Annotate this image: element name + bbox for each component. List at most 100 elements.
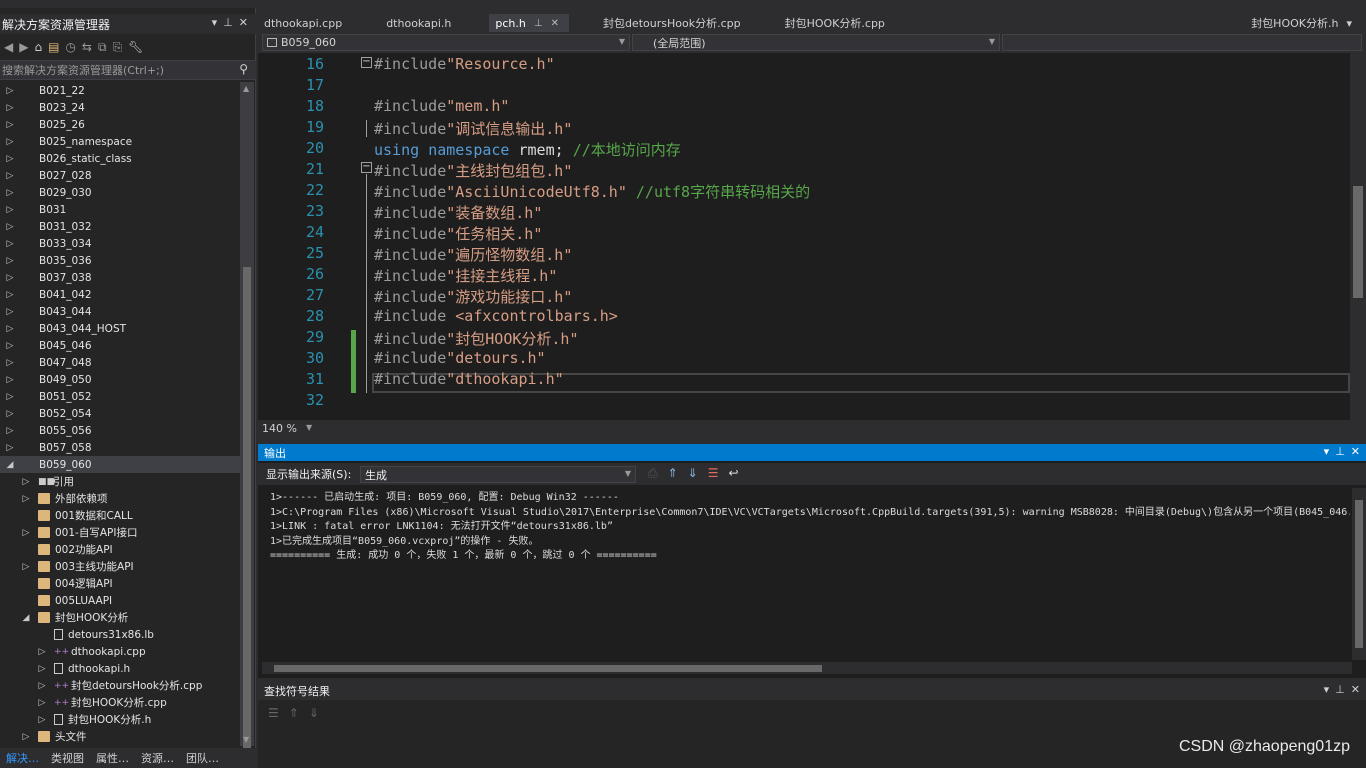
tree-item[interactable]: ▷ ++ 封包HOOK分析.cpp (0, 694, 240, 711)
tree-item[interactable]: ▷ B045_046 (0, 337, 240, 354)
project-selector[interactable]: B059_060 ▼ (262, 34, 630, 51)
sync-icon[interactable]: ⇆ (82, 40, 92, 54)
scroll-up-icon[interactable]: ▲ (243, 84, 249, 93)
tree-item[interactable]: 004逻辑API (0, 575, 240, 592)
tree-item[interactable]: ▷ B026_static_class (0, 150, 240, 167)
document-tab[interactable]: dthookapi.h (380, 14, 461, 32)
tree-item[interactable]: ◢ 封包HOOK分析 (0, 609, 240, 626)
tree-item[interactable]: ▷ B047_048 (0, 354, 240, 371)
tree-item[interactable]: ▷ B043_044 (0, 303, 240, 320)
tab-list-dropdown-icon[interactable]: ▾ (1346, 17, 1352, 30)
expand-arrow-icon[interactable]: ▷ (4, 341, 16, 351)
editor-scrollbar[interactable] (1350, 53, 1366, 420)
expand-arrow-icon[interactable]: ▷ (20, 494, 32, 504)
code-line[interactable]: #include"Resource.h" (374, 55, 555, 73)
tree-item[interactable]: ▷ B025_namespace (0, 133, 240, 150)
output-horizontal-scrollbar[interactable] (262, 662, 1352, 674)
code-line[interactable]: #include"任务相关.h" (374, 223, 542, 244)
tree-item[interactable]: ▷ B035_036 (0, 252, 240, 269)
panel-tab[interactable]: 资源… (135, 750, 180, 766)
expand-arrow-icon[interactable]: ▷ (4, 273, 16, 283)
pin-icon[interactable]: ⊥ (534, 18, 543, 29)
close-icon[interactable]: ✕ (1351, 445, 1360, 458)
expand-arrow-icon[interactable]: ▷ (4, 137, 16, 147)
tree-item[interactable]: ▷ B031 (0, 201, 240, 218)
collapse-all-icon[interactable]: ⧉ (98, 40, 107, 55)
tree-item[interactable]: ▷ B051_052 (0, 388, 240, 405)
output-vertical-scrollbar[interactable] (1352, 488, 1366, 660)
collapse-arrow-icon[interactable]: ◢ (20, 613, 32, 623)
tree-item[interactable]: 005LUAAPI (0, 592, 240, 609)
solution-explorer-search[interactable]: 搜索解决方案资源管理器(Ctrl+;) ⚲ (0, 60, 256, 80)
output-source-select[interactable]: 生成 ▼ (360, 466, 636, 483)
expand-arrow-icon[interactable]: ▷ (36, 681, 48, 691)
previous-message-icon[interactable]: ⇑ (668, 466, 678, 481)
expand-arrow-icon[interactable]: ▷ (4, 205, 16, 215)
expand-arrow-icon[interactable]: ▷ (4, 120, 16, 130)
collapse-region-icon[interactable]: − (361, 57, 372, 68)
dropdown-icon[interactable]: ▾ (1324, 683, 1330, 696)
expand-arrow-icon[interactable]: ▷ (4, 392, 16, 402)
pin-icon[interactable]: ⊥ (1335, 445, 1345, 458)
expand-arrow-icon[interactable]: ▷ (20, 732, 32, 742)
tree-item[interactable]: ▷ B055_056 (0, 422, 240, 439)
tree-item[interactable]: ▷ B052_054 (0, 405, 240, 422)
solution-tree-scrollbar[interactable]: ▲ ▼ (240, 82, 254, 759)
tree-item[interactable]: ▷ B023_24 (0, 99, 240, 116)
code-line[interactable]: #include"dthookapi.h" (374, 370, 564, 388)
document-tab-right[interactable]: 封包HOOK分析.h ▾ (1251, 14, 1352, 32)
search-icon[interactable]: ⚲ (239, 62, 248, 76)
expand-arrow-icon[interactable]: ▷ (36, 698, 48, 708)
tree-item[interactable]: ▷ B021_22 (0, 82, 240, 99)
history-icon[interactable]: ◷ (65, 40, 75, 54)
expand-arrow-icon[interactable]: ▷ (4, 256, 16, 266)
close-icon[interactable]: ✕ (239, 16, 248, 29)
tree-item[interactable]: ▷ ++ dthookapi.cpp (0, 643, 240, 660)
expand-arrow-icon[interactable]: ▷ (4, 409, 16, 419)
code-editor[interactable]: 16 17 18 19 20 21 22 23 24 25 26 27 28 29 30 31 32 − − #… (258, 53, 1350, 420)
tree-item[interactable]: ▷ B043_044_HOST (0, 320, 240, 337)
close-tab-icon[interactable]: ✕ (551, 18, 559, 29)
expand-arrow-icon[interactable]: ▷ (4, 290, 16, 300)
panel-tab[interactable]: 团队… (180, 750, 225, 766)
expand-arrow-icon[interactable]: ▷ (4, 188, 16, 198)
expand-arrow-icon[interactable]: ▷ (4, 426, 16, 436)
expand-arrow-icon[interactable]: ▷ (4, 358, 16, 368)
next-message-icon[interactable]: ⇓ (688, 466, 698, 481)
expand-arrow-icon[interactable]: ▷ (20, 477, 32, 487)
zoom-level[interactable]: 140 % (262, 422, 297, 435)
code-line[interactable]: #include"mem.h" (374, 97, 509, 115)
code-line[interactable]: #include"调试信息输出.h" (374, 118, 572, 139)
show-all-files-icon[interactable]: ⎘ (113, 40, 123, 55)
tree-item[interactable]: ▷ B057_058 (0, 439, 240, 456)
code-line[interactable]: #include"游戏功能接口.h" (374, 286, 572, 307)
scrollbar-thumb[interactable] (1355, 500, 1363, 648)
find-message-icon[interactable]: ⎙ (648, 466, 658, 481)
word-wrap-icon[interactable]: ↩ (729, 466, 739, 481)
forward-icon[interactable]: ▶ (19, 40, 28, 54)
document-tab[interactable]: pch.h ⊥ ✕ (489, 14, 569, 32)
panel-tab[interactable]: 属性… (90, 750, 135, 766)
code-line[interactable]: #include"detours.h" (374, 349, 546, 367)
tree-item[interactable]: ◢ B059_060 (0, 456, 240, 473)
expand-arrow-icon[interactable]: ▷ (4, 103, 16, 113)
expand-arrow-icon[interactable]: ▷ (4, 239, 16, 249)
panel-tab[interactable]: 类视图 (45, 750, 90, 766)
expand-arrow-icon[interactable]: ▷ (36, 715, 48, 725)
close-icon[interactable]: ✕ (1351, 683, 1360, 696)
tree-item[interactable]: ▷ B029_030 (0, 184, 240, 201)
expand-arrow-icon[interactable]: ▷ (4, 307, 16, 317)
chevron-down-icon[interactable]: ▼ (306, 423, 312, 432)
tree-item[interactable]: ▷ B027_028 (0, 167, 240, 184)
search-input[interactable]: 搜索解决方案资源管理器(Ctrl+;) (2, 62, 164, 78)
document-tab[interactable]: 封包HOOK分析.cpp (779, 14, 895, 32)
properties-wrench-icon[interactable]: 🔧︎ (128, 40, 143, 54)
tree-item[interactable]: ▷ ++ 封包detoursHook分析.cpp (0, 677, 240, 694)
code-line[interactable]: #include"封包HOOK分析.h" (374, 328, 579, 349)
tree-item[interactable]: ▷ B025_26 (0, 116, 240, 133)
tree-item[interactable]: ▷ dthookapi.h (0, 660, 240, 677)
tree-item[interactable]: ▷ 头文件 (0, 728, 240, 745)
next-result-icon[interactable]: ⇓ (309, 706, 319, 720)
previous-result-icon[interactable]: ⇑ (289, 706, 299, 720)
tree-item[interactable]: ▷ 003主线功能API (0, 558, 240, 575)
